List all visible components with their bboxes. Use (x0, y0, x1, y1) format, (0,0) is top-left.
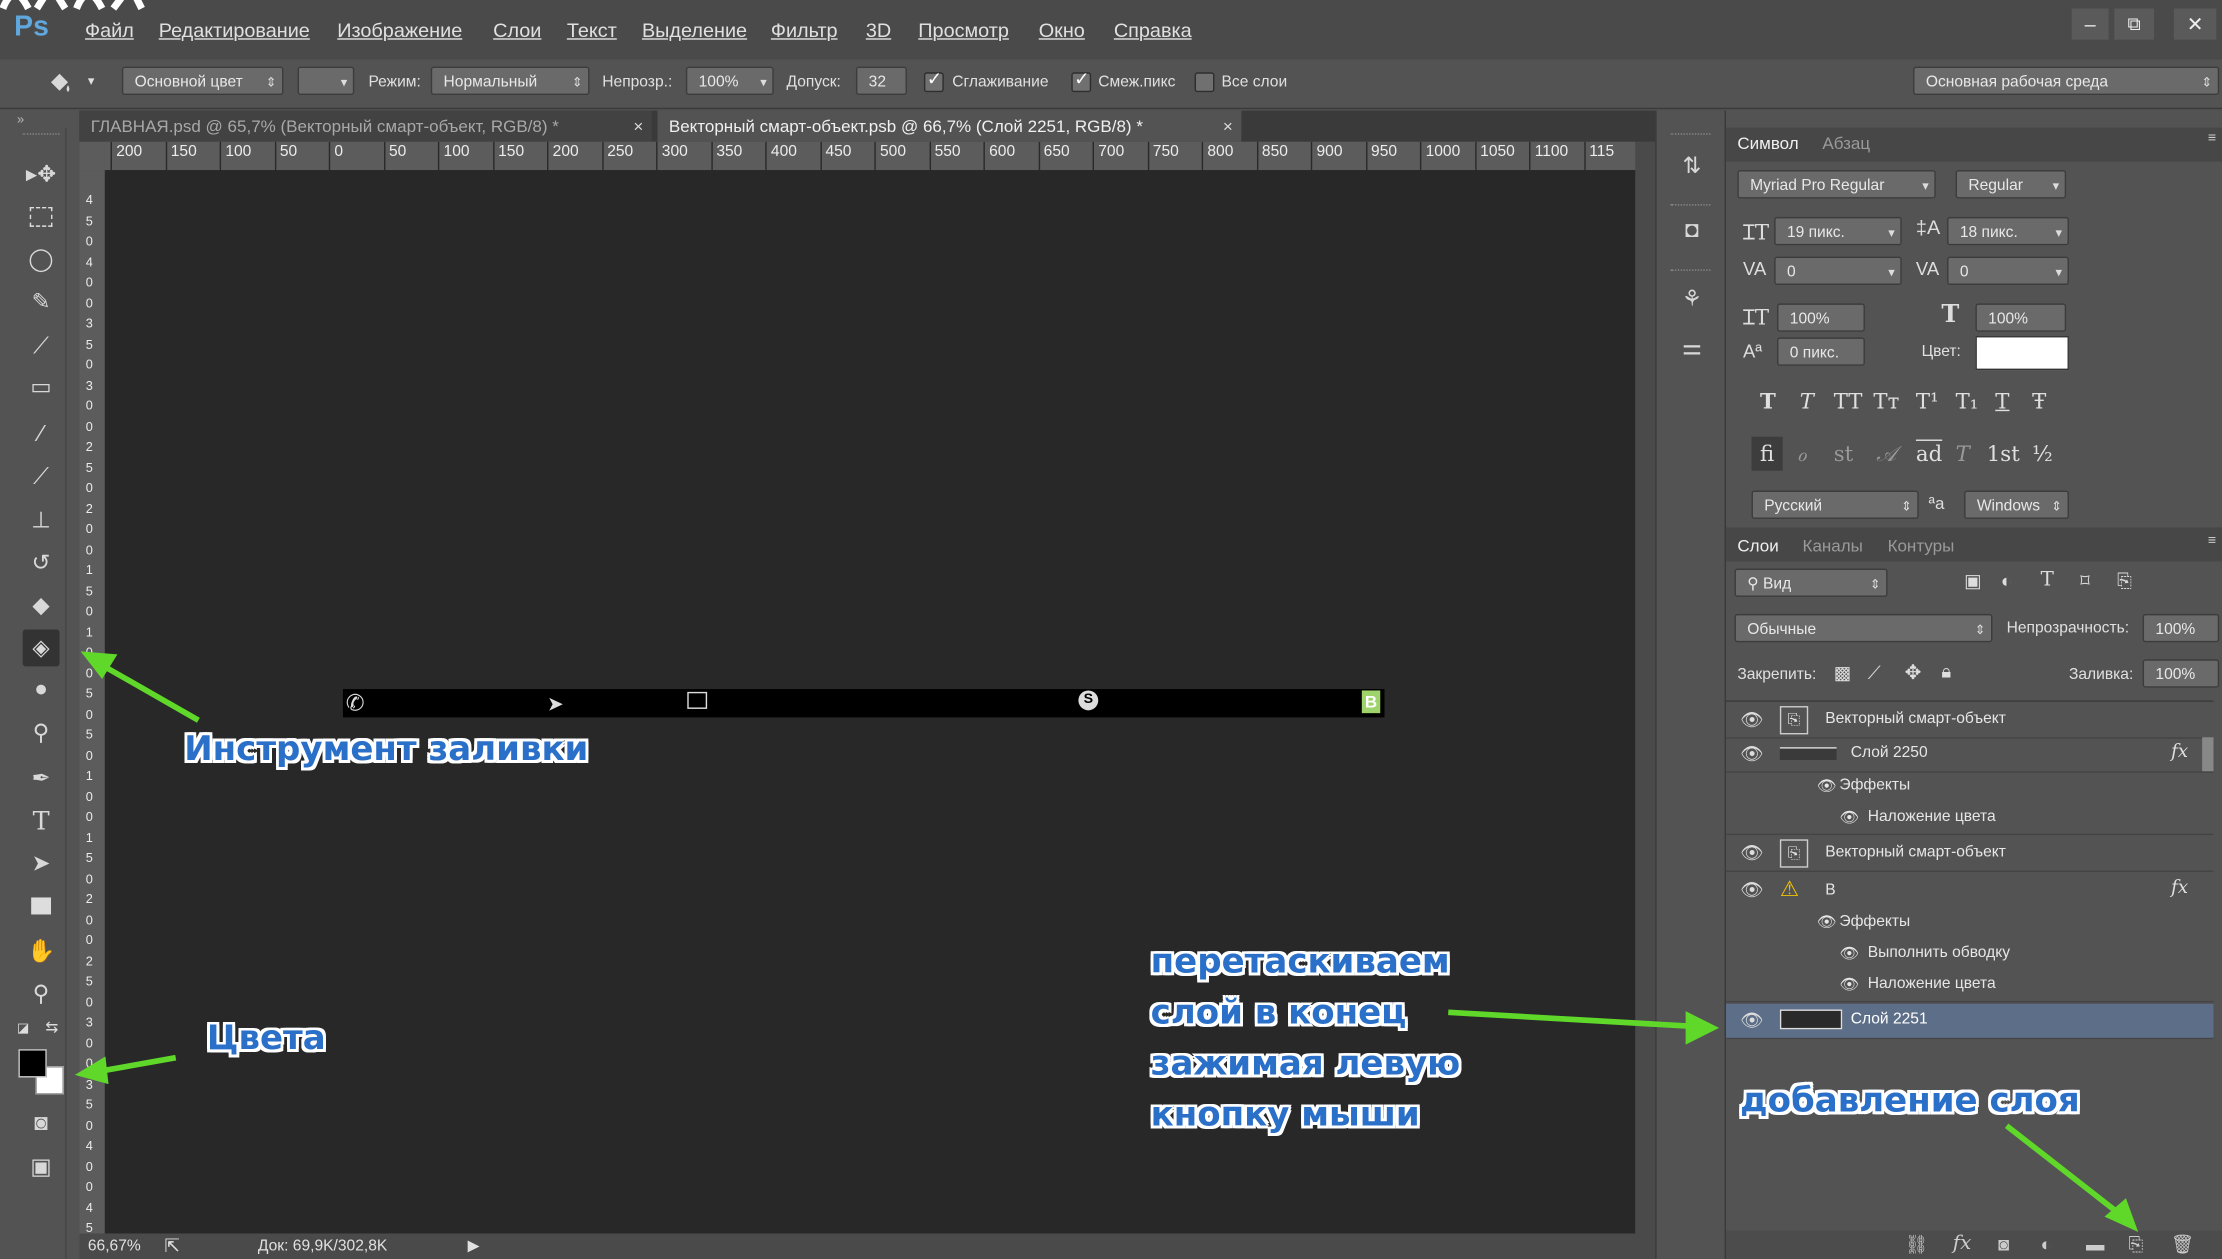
annotation-drag-line: слой в конец (1150, 992, 1407, 1033)
annotation-drag-line: кнопку мыши (1150, 1094, 1420, 1135)
arrow-add-layer (2004, 1123, 2125, 1219)
arrow-fill-tool-head (80, 651, 118, 679)
arrow-colors (95, 1054, 177, 1075)
photoshop-window: Ps Файл Редактирование Изображение Слои … (0, 0, 2222, 1259)
foreground-color-swatch[interactable] (18, 1049, 47, 1078)
annotation-drag: перетаскиваем слой в конец зажимая левую… (1151, 936, 1519, 1140)
annotation-drag-line: зажимая левую (1150, 1043, 1461, 1084)
arrow-colors-head (74, 1056, 109, 1085)
annotation-arrows (74, 651, 2139, 1232)
arrow-drag-head (1685, 1011, 1720, 1045)
annotation-fill-tool: Инструмент заливки (184, 728, 589, 769)
annotation-colors: Цвета (206, 1017, 326, 1058)
annotation-drag-line: перетаскиваем (1150, 941, 1450, 982)
arrow-fill-tool (97, 661, 200, 723)
annotation-add-layer: добавление слоя (1740, 1080, 2080, 1121)
